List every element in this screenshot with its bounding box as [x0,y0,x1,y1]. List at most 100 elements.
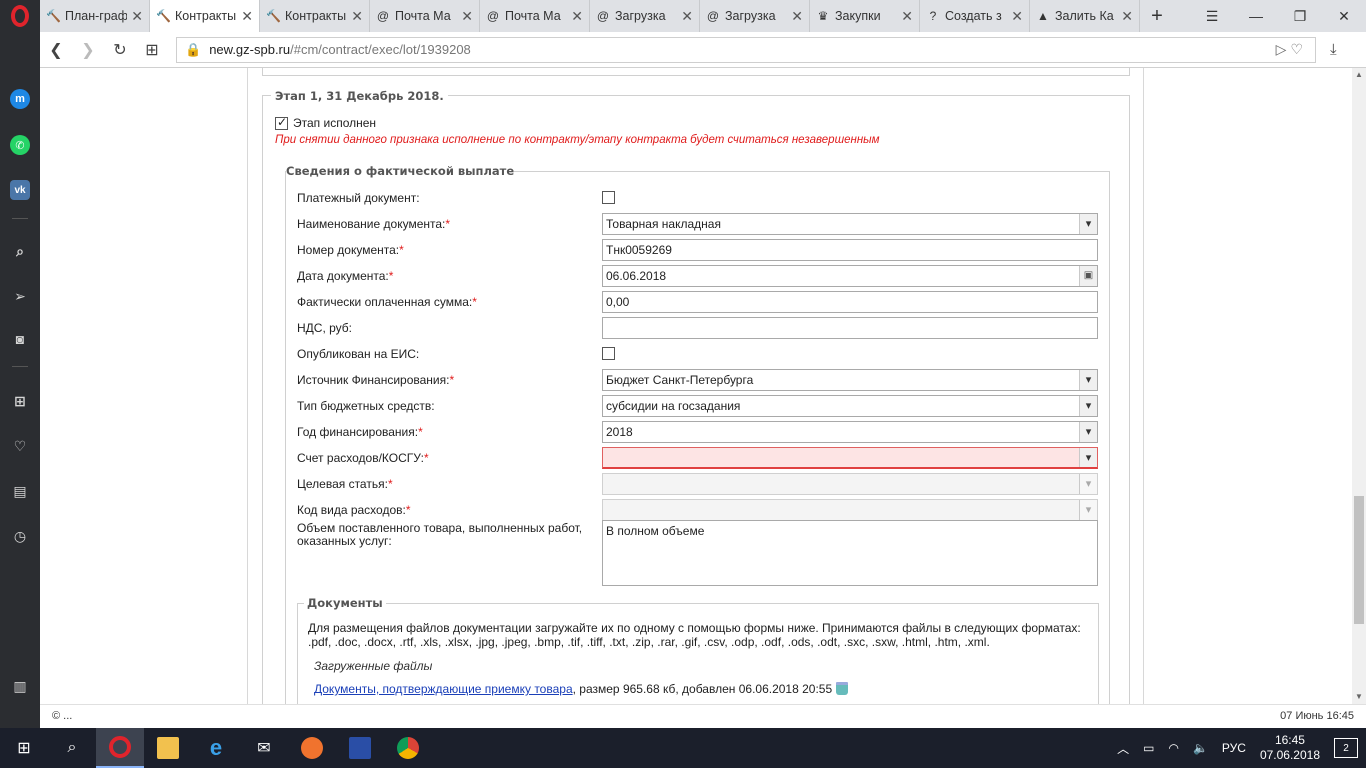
field-label: Фактически оплаченная сумма:* [297,295,477,309]
page-scrollbar[interactable]: ▲ ▼ [1352,68,1366,704]
whatsapp-icon[interactable]: ✆ [10,135,30,155]
start-button[interactable]: ⊞ [0,728,48,768]
uploaded-file-link[interactable]: Документы, подтверждающие приемку товара [314,682,573,696]
field-row-6: Опубликован на ЕИС: [297,343,1097,367]
heart-icon[interactable]: ♡ [10,436,30,456]
uploaded-files-title: Загруженные файлы [314,659,433,673]
field-checkbox[interactable] [602,347,615,360]
tray-chevron-icon[interactable]: ︿ [1117,740,1129,757]
field-input[interactable]: 06.06.2018 [602,265,1098,287]
taskbar-clock[interactable]: 16:45 07.06.2018 [1260,733,1320,763]
field-input[interactable]: 2018 [602,421,1098,443]
chrome-taskbar-icon[interactable] [384,728,432,768]
search-icon[interactable]: ⌕ [10,241,30,261]
tab-5[interactable]: @ Загрузка ✕ [590,0,700,32]
restore-button[interactable]: ❐ [1278,0,1322,32]
close-window-button[interactable]: ✕ [1322,0,1366,32]
tab-7[interactable]: ♛ Закупки ✕ [810,0,920,32]
tab-0[interactable]: 🔨 План-граф ✕ [40,0,150,32]
scroll-thumb[interactable] [1354,496,1364,624]
tab-4[interactable]: @ Почта Ма ✕ [480,0,590,32]
send-heart-icons[interactable]: ▷♡ [1276,41,1307,58]
tab-close-icon[interactable]: ✕ [131,8,143,25]
documents-info-line-2: .pdf, .doc, .docx, .rtf, .xls, .xlsx, .j… [308,635,990,649]
new-tab-button[interactable]: + [1140,0,1174,32]
explorer-taskbar-icon[interactable] [144,728,192,768]
volume-textarea[interactable]: В полном объеме [602,520,1098,586]
field-label: Наименование документа:* [297,217,450,231]
tab-close-icon[interactable]: ✕ [901,8,913,25]
minimize-button[interactable]: — [1234,0,1278,32]
tab-close-icon[interactable]: ✕ [241,8,253,25]
opera-menu-button[interactable] [0,0,40,32]
tab-close-icon[interactable]: ✕ [351,8,363,25]
field-checkbox[interactable] [602,191,615,204]
sidebar-toggle-icon[interactable]: ▥ [10,676,30,696]
stage-done-checkbox[interactable] [275,115,288,130]
field-input[interactable] [602,447,1098,469]
camera-icon[interactable]: ◙ [10,329,30,349]
tab-3[interactable]: @ Почта Ма ✕ [370,0,480,32]
tab-label: Залить Ка [1055,9,1114,23]
tab-8[interactable]: ? Создать з ✕ [920,0,1030,32]
tab-1[interactable]: 🔨 Контракты ✕ [150,0,260,32]
language-indicator[interactable]: РУС [1222,741,1246,755]
opera-taskbar-icon[interactable] [96,728,144,768]
tab-close-icon[interactable]: ✕ [571,8,583,25]
tab-close-icon[interactable]: ✕ [461,8,473,25]
tab-close-icon[interactable]: ✕ [791,8,803,25]
battery-icon[interactable]: ▭ [1143,741,1154,755]
tab-2[interactable]: 🔨 Контракты ✕ [260,0,370,32]
mail-taskbar-icon[interactable]: ✉ [240,728,288,768]
network-icon[interactable]: ◠ [1168,741,1178,755]
tab-strip: 🔨 План-граф ✕ 🔨 Контракты ✕ 🔨 Контракты ✕ @ Почта … [40,0,1140,32]
tab-close-icon[interactable]: ✕ [1121,8,1133,25]
field-row-11: Целевая статья:* [297,473,1098,497]
field-input[interactable] [602,317,1098,339]
required-star: * [387,477,393,491]
required-star: * [472,295,477,309]
field-input[interactable]: субсидии на госзадания [602,395,1098,417]
vk-icon[interactable]: vk [10,180,30,200]
search-taskbar-icon[interactable]: ⌕ [48,728,96,768]
volume-icon[interactable]: 🔈 [1193,741,1208,755]
firefox-taskbar-icon[interactable] [288,728,336,768]
field-label-text: Номер документа: [297,243,400,257]
tab-6[interactable]: @ Загрузка ✕ [700,0,810,32]
field-label: Платежный документ: [297,191,420,205]
payment-legend: Сведения о фактической выплате [286,164,515,178]
scroll-down-icon[interactable]: ▼ [1352,690,1366,704]
tab-9[interactable]: ▲ Залить Ка ✕ [1030,0,1140,32]
speed-dial-button[interactable]: ⊞ [136,32,168,68]
field-input[interactable]: Товарная накладная [602,213,1098,235]
mail-at-icon: @ [376,9,390,23]
image-icon: ▲ [1037,9,1049,23]
required-star: * [399,243,404,257]
field-input[interactable]: Тнк0059269 [602,239,1098,261]
url-field[interactable]: 🔒 new.gz-spb.ru/#cm/contract/exec/lot/19… [176,36,1316,63]
news-icon[interactable]: ▤ [10,481,30,501]
forward-button[interactable]: ❯ [72,32,104,68]
field-label-text: Год финансирования: [297,425,419,439]
field-label-text: Платежный документ: [297,191,420,205]
grid-icon[interactable]: ⊞ [10,391,30,411]
field-label: Год финансирования:* [297,425,423,439]
field-input[interactable]: Бюджет Санкт-Петербурга [602,369,1098,391]
delete-file-icon[interactable] [836,682,849,695]
send-icon[interactable]: ➢ [10,286,30,306]
history-icon[interactable]: ◷ [10,526,30,546]
scroll-up-icon[interactable]: ▲ [1352,68,1366,82]
reload-button[interactable]: ↻ [104,32,136,68]
back-button[interactable]: ❮ [40,32,72,68]
notification-center-icon[interactable]: 2 [1334,738,1358,758]
tab-menu-icon[interactable]: ☰ [1190,0,1234,32]
download-icon[interactable]: ⤓ [1330,41,1337,58]
tab-close-icon[interactable]: ✕ [1011,8,1023,25]
tab-close-icon[interactable]: ✕ [681,8,693,25]
messenger-icon[interactable]: m [10,89,30,109]
save-app-taskbar-icon[interactable] [336,728,384,768]
field-input[interactable]: 0,00 [602,291,1098,313]
clock-time: 16:45 [1274,733,1305,747]
mail-at-icon: @ [596,9,610,23]
ie-taskbar-icon[interactable]: e [192,728,240,768]
